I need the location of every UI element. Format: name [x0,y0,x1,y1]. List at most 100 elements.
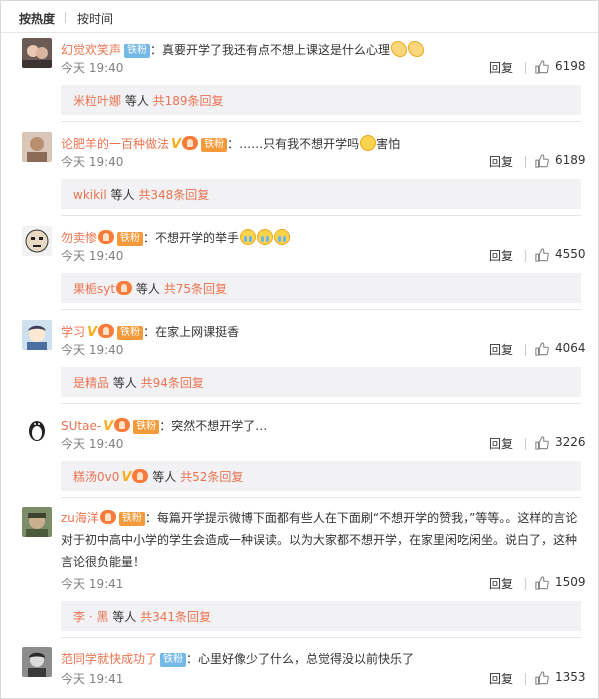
like-count: 4550 [555,247,586,261]
username-link[interactable]: SUtae- [61,419,101,433]
reply-button[interactable]: 回复 [489,59,513,76]
sub-reply-mid: 等人 [121,94,153,108]
thumbs-up-icon [535,60,549,74]
username-link[interactable]: 学习 [61,325,85,339]
comment-content: 范同学就快成功了 铁粉 ：心里好像少了什么，总觉得没以前快乐了 [61,649,582,669]
meta-divider [525,578,526,590]
reply-button[interactable]: 回复 [489,670,513,687]
thumbs-up-icon [535,248,549,262]
level-medal-icon [99,510,116,524]
reply-button[interactable]: 回复 [489,153,513,170]
username-link[interactable]: 论肥羊的一百种做法 [61,137,169,151]
comment-panel: 按热度 按时间 幻觉欢笑声铁粉 ：真要开学了我还有点不想上课这是什么心理 今天 1… [0,0,599,699]
thumbs-up-icon [535,154,549,168]
comment-divider [61,497,581,498]
reply-button[interactable]: 回复 [489,575,513,592]
comment-content: 勿卖惨 铁粉 ：不想开学的举手 [61,228,582,248]
meta-divider [525,250,526,262]
crying-emoji-icon [274,229,291,245]
crying-emoji-icon [240,229,257,245]
avatar[interactable] [22,132,52,162]
fan-badge: 铁粉 [133,420,160,434]
thumbs-up-icon [535,436,549,450]
username-link[interactable]: 勿卖惨 [61,231,97,245]
sub-reply-mid: 等人 [109,376,141,390]
username-link[interactable]: 范同学就快成功了 [61,652,157,666]
avatar[interactable] [22,320,52,350]
sort-by-time[interactable]: 按时间 [77,10,113,27]
meta-divider [525,344,526,356]
sub-reply-user[interactable]: 李 · 黑 [73,610,108,624]
thumbs-up-icon [535,671,549,685]
avatar[interactable] [22,647,52,677]
avatar[interactable] [22,38,52,68]
username-link[interactable]: 幻觉欢笑声 [61,43,121,57]
comment-text: ：真要开学了我还有点不想上课这是什么心理 [150,43,391,57]
sub-reply-summary: 是精品 等人 共94条回复 [61,367,581,397]
sub-reply-count-link[interactable]: 共94条回复 [141,376,204,390]
like-button[interactable]: 4550 [535,247,586,265]
comment-text: ：在家上网课挺香 [143,325,240,339]
sub-reply-user[interactable]: 米粒叶娜 [73,94,121,108]
avatar[interactable] [22,507,52,537]
clap-emoji-icon [391,41,408,57]
meta-divider [525,62,526,74]
like-count: 4064 [555,341,586,355]
sub-reply-user[interactable]: 果栀syt [73,282,115,296]
comment-divider [61,637,581,638]
fan-badge: 铁粉 [117,232,144,246]
level-medal-icon [132,469,149,483]
comment-time: 今天 19:40 [61,437,124,451]
sub-reply-mid: 等人 [132,282,164,296]
like-button[interactable]: 6198 [535,59,586,77]
reply-button[interactable]: 回复 [489,247,513,264]
avatar[interactable] [22,226,52,256]
comment-time: 今天 19:41 [61,672,124,686]
comment-meta: 今天 19:40 回复 6198 [61,59,586,77]
reply-button[interactable]: 回复 [489,341,513,358]
meta-divider [525,438,526,450]
fan-badge: 铁粉 [160,653,187,667]
username-link[interactable]: zu海洋 [61,511,99,525]
clap-emoji-icon [408,41,425,57]
sub-reply-count-link[interactable]: 共348条回复 [138,188,209,202]
like-button[interactable]: 6189 [535,153,586,171]
comment-time: 今天 19:40 [61,155,124,169]
sub-reply-mid: 等人 [108,610,141,624]
comment-time: 今天 19:41 [61,577,124,591]
fan-badge: 铁粉 [117,326,144,340]
sub-reply-count-link[interactable]: 共189条回复 [153,94,224,108]
fan-badge: 铁粉 [118,512,145,526]
like-button[interactable]: 1509 [535,575,586,593]
like-button[interactable]: 3226 [535,435,586,453]
comment-content: 学习 V 铁粉 ：在家上网课挺香 [61,322,582,343]
sub-reply-user[interactable]: wkikil [73,188,107,202]
comment-divider [61,403,581,404]
like-button[interactable]: 4064 [535,341,586,359]
like-count: 6189 [555,153,586,167]
comment-meta: 今天 19:40 回复 3226 [61,435,586,453]
comment-time: 今天 19:40 [61,249,124,263]
sub-reply-summary: 糕汤0v0 V 等人 共52条回复 [61,461,581,491]
sub-reply-summary: 果栀syt 等人 共75条回复 [61,273,581,303]
like-count: 6198 [555,59,586,73]
verified-v-icon: V [103,419,114,434]
avatar[interactable] [22,414,52,444]
reply-button[interactable]: 回复 [489,435,513,452]
like-button[interactable]: 1353 [535,670,586,688]
sub-reply-count-link[interactable]: 共52条回复 [180,470,243,484]
like-count: 3226 [555,435,586,449]
thumbs-up-icon [535,342,549,356]
comment-time: 今天 19:40 [61,61,124,75]
sort-by-hot[interactable]: 按热度 [19,10,55,27]
sub-reply-user[interactable]: 是精品 [73,376,109,390]
sub-reply-user[interactable]: 糕汤0v0 [73,470,119,484]
comment-meta: 今天 19:40 回复 6189 [61,153,586,171]
sort-bar: 按热度 按时间 [1,1,598,33]
sub-reply-count-link[interactable]: 共75条回复 [164,282,227,296]
sub-reply-count-link[interactable]: 共341条回复 [140,610,211,624]
comment-text-tail: 害怕 [376,137,401,151]
meta-divider [525,673,526,685]
thumbs-up-icon [535,576,549,590]
verified-v-icon: V [171,137,182,152]
